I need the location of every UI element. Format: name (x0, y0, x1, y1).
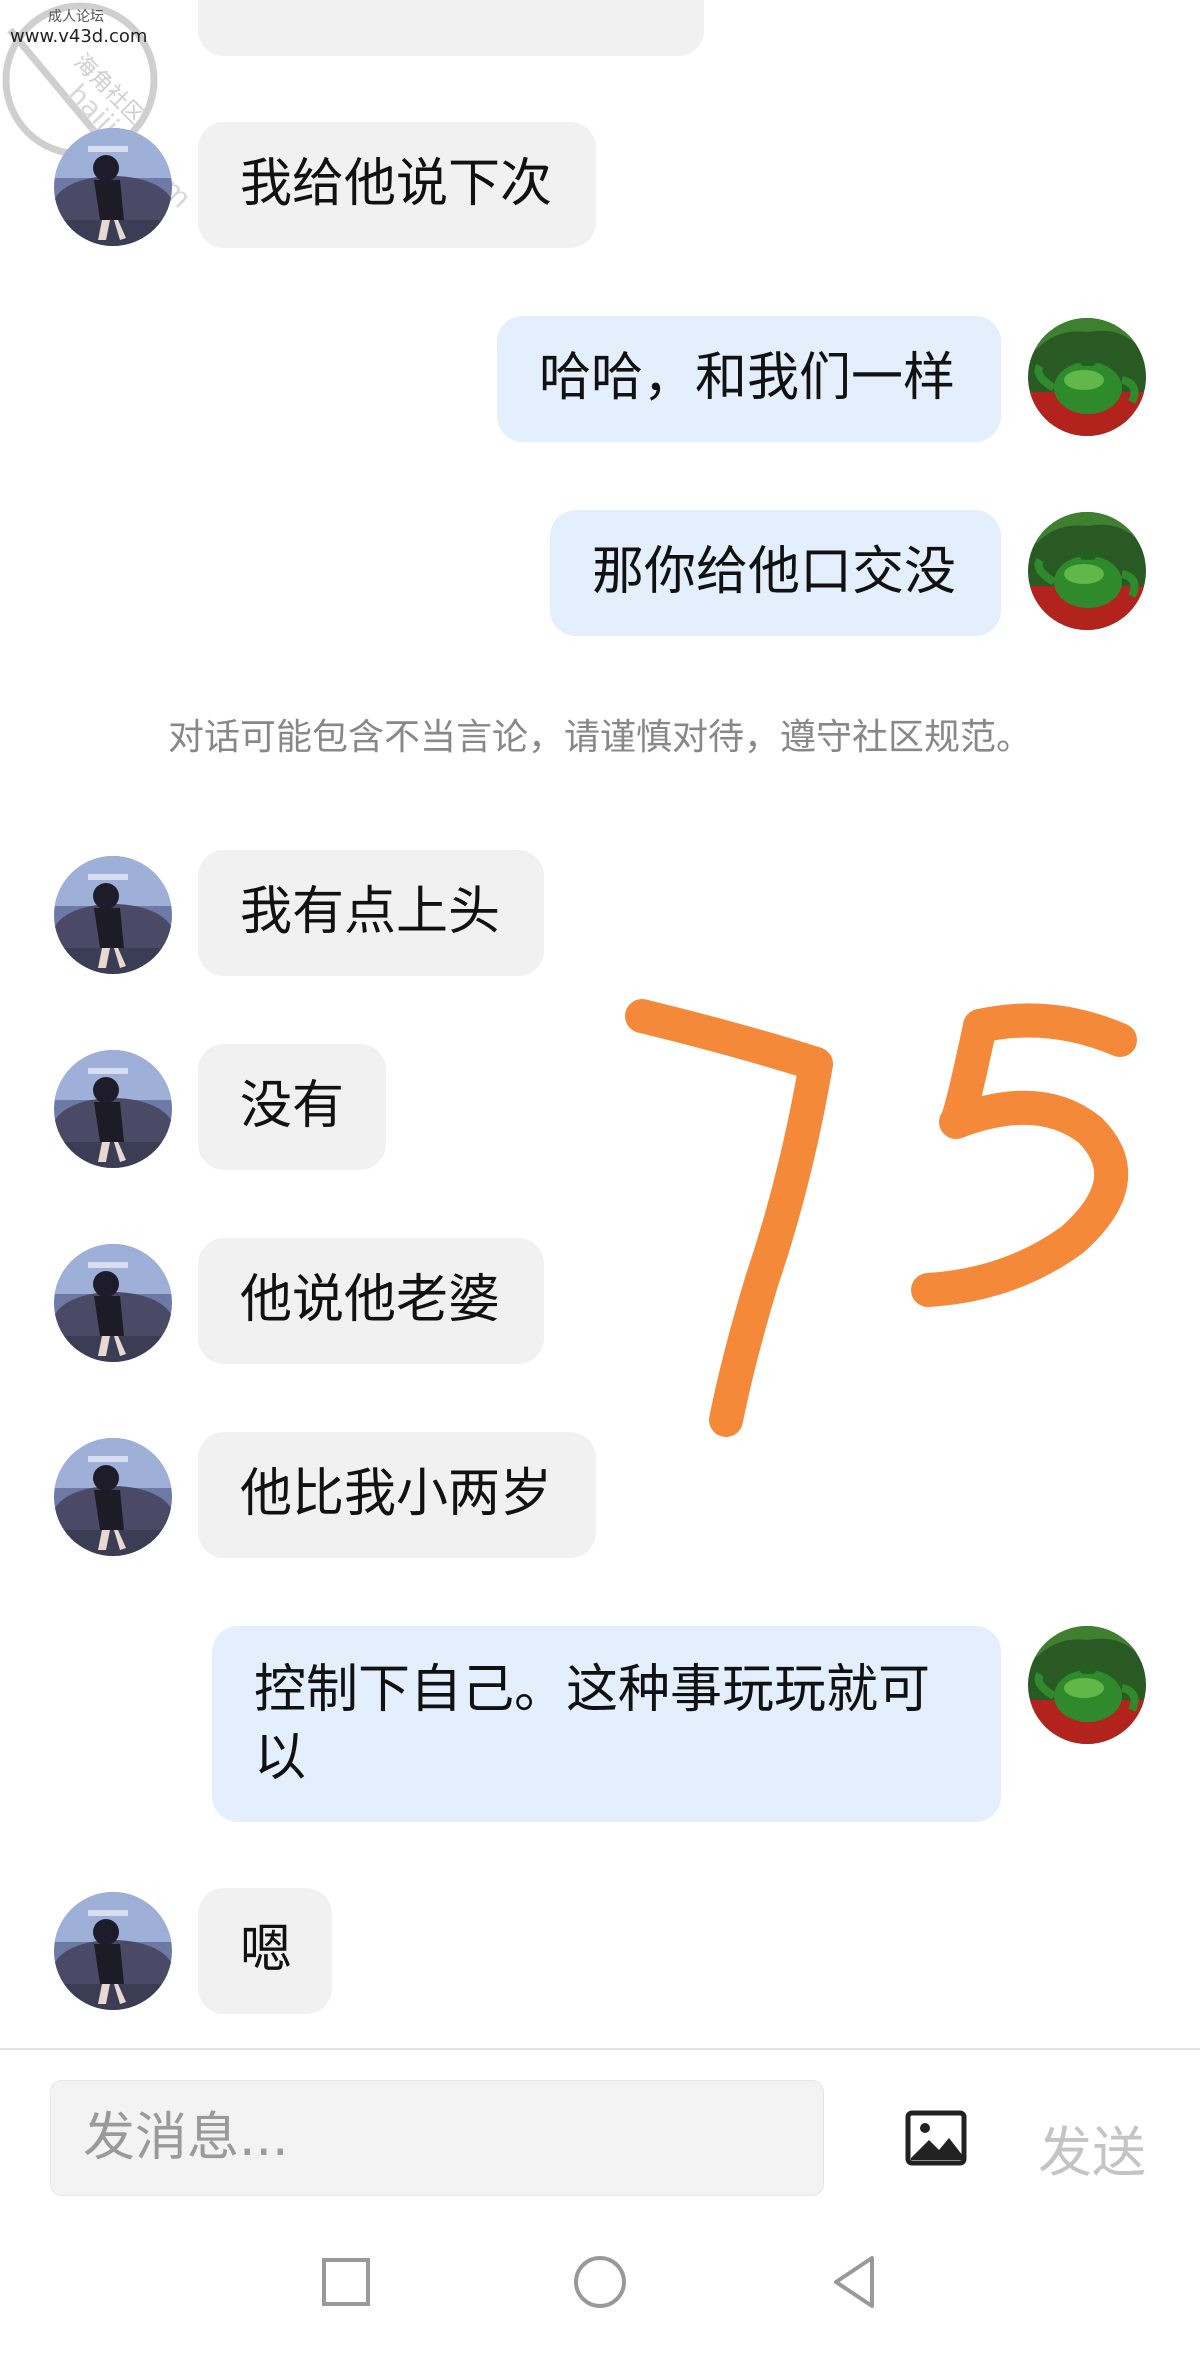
message-bubble[interactable]: 我有点上头 (198, 850, 544, 976)
message-bubble[interactable]: 没有 (198, 1044, 386, 1170)
message-bubble[interactable]: 他比我小两岁 (198, 1432, 596, 1558)
contact-avatar[interactable] (54, 1050, 172, 1168)
message-composer: 发消息... 发送 (0, 2048, 1200, 2218)
message-bubble[interactable]: 我给他说下次 (198, 122, 596, 248)
message-bubble[interactable]: 他说他老婆 (198, 1238, 544, 1364)
contact-avatar[interactable] (54, 1438, 172, 1556)
message-bubble[interactable]: 那你给他口交没 (550, 510, 1001, 636)
system-navigation-bar (0, 2216, 1200, 2353)
user-avatar[interactable] (1028, 318, 1146, 436)
image-icon[interactable] (905, 2110, 967, 2166)
contact-avatar[interactable] (54, 856, 172, 974)
message-input[interactable]: 发消息... (50, 2080, 824, 2196)
handwritten-75-annotation (625, 999, 1137, 1437)
user-avatar[interactable] (1028, 512, 1146, 630)
message-bubble[interactable]: 哈哈，和我们一样 (497, 316, 1001, 442)
message-bubble[interactable]: 控制下自己。这种事玩玩就可以 (212, 1626, 1001, 1822)
contact-avatar[interactable] (54, 1244, 172, 1362)
home-circle-icon[interactable] (570, 2252, 630, 2312)
back-triangle-icon[interactable] (826, 2252, 886, 2312)
recents-square-icon[interactable] (316, 2252, 376, 2312)
chat-area[interactable]: 我给他说下次 哈哈，和我们一样 那你给他口交没 对话可能包含不当言论，请谨慎对待… (0, 0, 1200, 2048)
partial-message-bubble (198, 0, 704, 56)
message-bubble[interactable]: 嗯 (198, 1888, 332, 2014)
user-avatar[interactable] (1028, 1626, 1146, 1744)
send-button[interactable]: 发送 (1038, 2108, 1146, 2187)
safety-notice: 对话可能包含不当言论，请谨慎对待，遵守社区规范。 (167, 717, 1032, 758)
contact-avatar[interactable] (54, 128, 172, 246)
contact-avatar[interactable] (54, 1892, 172, 2010)
